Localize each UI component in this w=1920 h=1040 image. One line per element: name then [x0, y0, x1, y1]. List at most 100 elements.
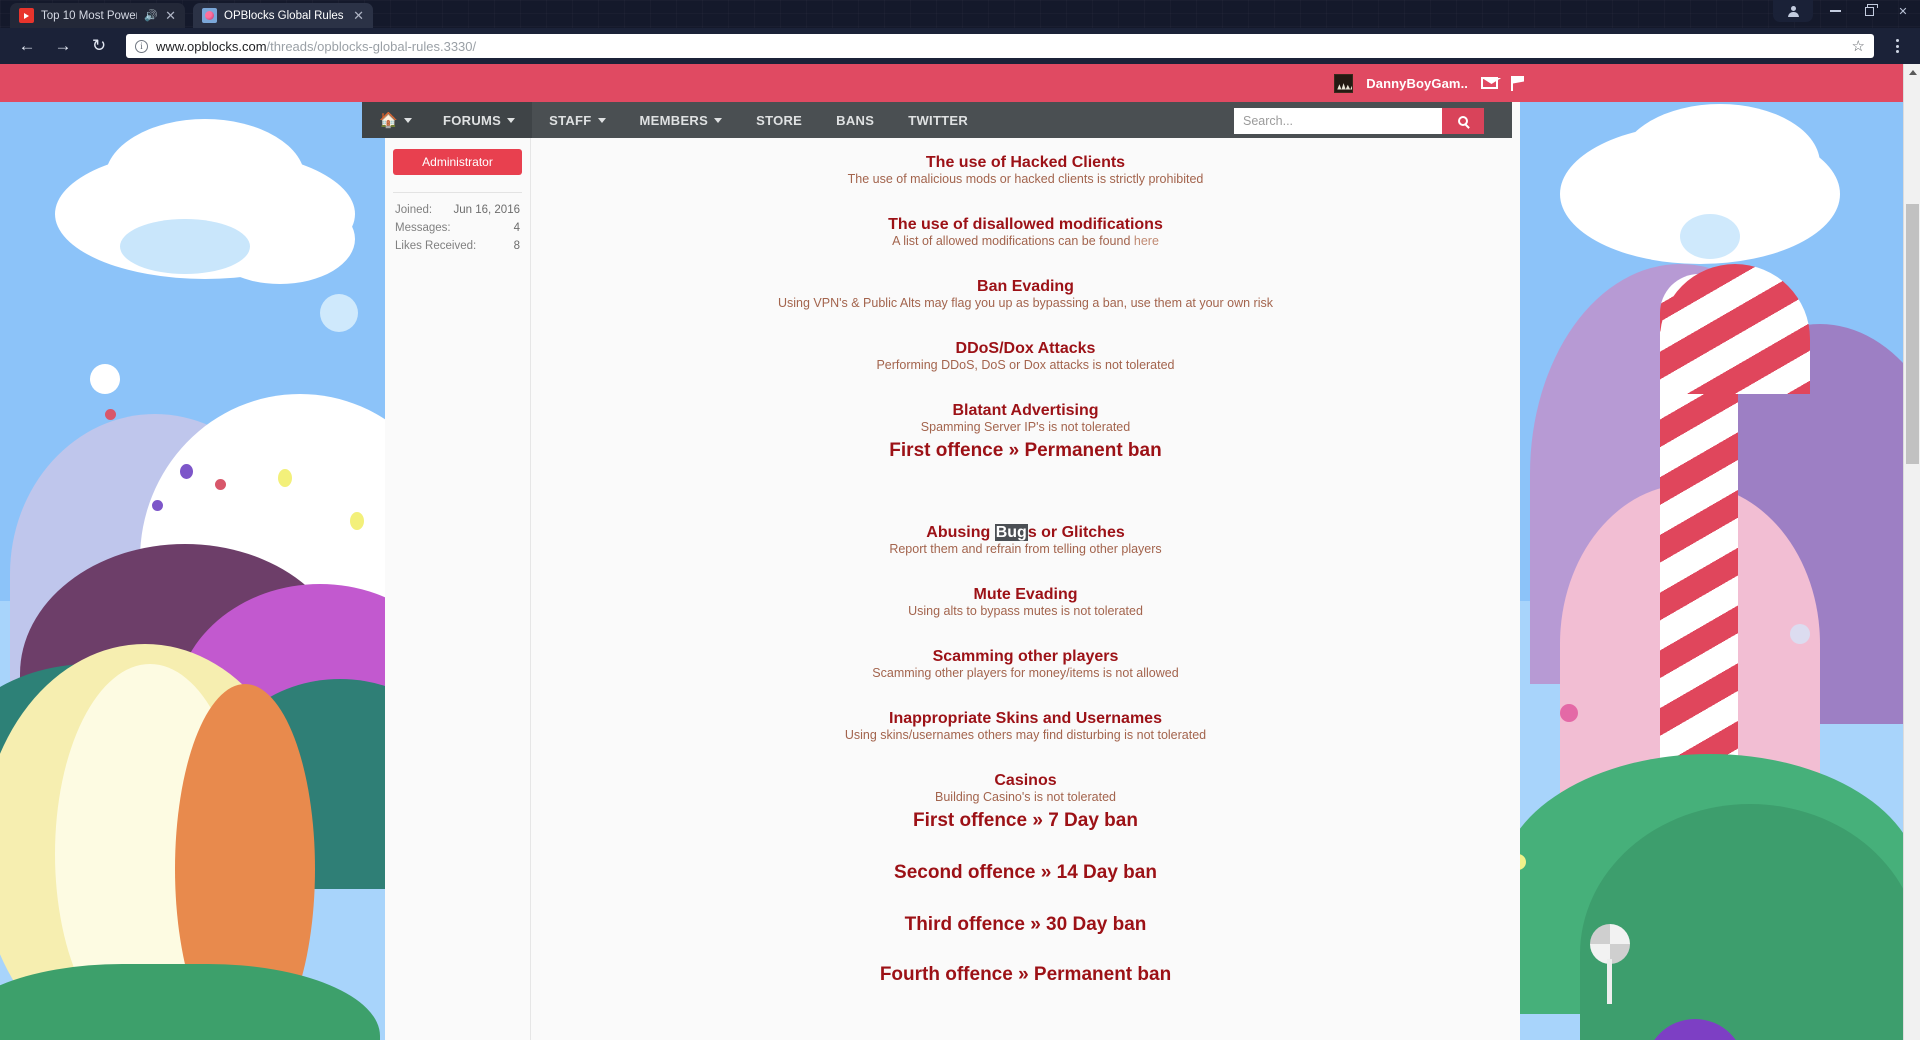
nav-item-members[interactable]: MEMBERS — [623, 102, 740, 138]
site-nav-bar: 🏠 FORUMS STAFF MEMBERS STORE BANS TWITTE… — [362, 102, 1512, 138]
stat-row: Messages: 4 — [393, 219, 522, 237]
nav-item-twitter[interactable]: TWITTER — [891, 102, 985, 138]
stat-row: Joined: Jun 16, 2016 — [393, 201, 522, 219]
stat-value: 4 — [513, 222, 520, 234]
speaker-mute-icon[interactable]: 🔊 — [144, 9, 158, 22]
address-bar[interactable]: i www.opblocks.com/threads/opblocks-glob… — [126, 34, 1874, 58]
scrollbar-thumb[interactable] — [1906, 204, 1919, 464]
stat-label: Likes Received: — [395, 240, 477, 252]
author-stats: Joined: Jun 16, 2016 Messages: 4 Likes R… — [393, 192, 522, 255]
offence-first: First offence » 7 Day ban — [913, 810, 1138, 831]
youtube-icon — [19, 8, 34, 23]
scroll-up-icon[interactable] — [1904, 64, 1920, 81]
rule-title: DDoS/Dox Attacks — [955, 340, 1096, 357]
nav-item-forums[interactable]: FORUMS — [425, 102, 533, 138]
url-path: /threads/opblocks-global-rules.3330/ — [266, 38, 477, 54]
rule-title-post: s or Glitches — [1027, 524, 1125, 541]
chevron-down-icon — [714, 117, 723, 123]
stat-label: Joined: — [395, 204, 433, 216]
page-viewport: DannyBoyGam.. 🏠 FORUMS STAFF MEMBERS STO… — [0, 64, 1920, 1040]
url-text: www.opblocks.com/threads/opblocks-global… — [156, 39, 476, 54]
minimize-button[interactable] — [1818, 0, 1852, 22]
maximize-button[interactable] — [1852, 0, 1886, 22]
rule-item: The use of Hacked Clients The use of mal… — [531, 154, 1520, 186]
close-window-button[interactable]: ✕ — [1886, 0, 1920, 22]
stat-row: Likes Received: 8 — [393, 237, 522, 255]
rule-title: Inappropriate Skins and Usernames — [889, 710, 1162, 727]
rule-desc: Report them and refrain from telling oth… — [889, 542, 1162, 556]
stat-value: 8 — [513, 240, 520, 252]
stat-value: Jun 16, 2016 — [453, 204, 520, 216]
rule-item: Inappropriate Skins and Usernames Using … — [531, 710, 1520, 742]
chevron-down-icon — [507, 117, 516, 123]
rule-item: The use of disallowed modifications A li… — [531, 216, 1520, 248]
nav-item-staff[interactable]: STAFF — [532, 102, 622, 138]
reload-icon[interactable]: ↻ — [82, 31, 116, 61]
close-icon[interactable]: ✕ — [353, 9, 364, 22]
stat-label: Messages: — [395, 222, 451, 234]
search-button[interactable] — [1442, 108, 1484, 134]
offence-second: Second offence » 14 Day ban — [894, 862, 1157, 883]
offence-fourth: Fourth offence » Permanent ban — [879, 964, 1172, 985]
rule-desc: Using VPN's & Public Alts may flag you u… — [778, 296, 1273, 310]
flag-icon[interactable] — [1511, 75, 1525, 91]
rule-title: Mute Evading — [973, 586, 1078, 603]
nav-home[interactable]: 🏠 — [362, 102, 426, 138]
rule-desc: Using alts to bypass mutes is not tolera… — [908, 604, 1143, 618]
nav-item-store[interactable]: STORE — [739, 102, 819, 138]
home-icon: 🏠 — [379, 112, 398, 129]
browser-window: Top 10 Most Powerful 🔊 ✕ OPBlocks Global… — [0, 0, 1920, 1040]
mods-link[interactable]: here — [1134, 234, 1159, 248]
rule-desc: A list of allowed modifications can be f… — [531, 234, 1520, 248]
opblocks-favicon — [202, 8, 217, 23]
url-host: www.opblocks.com — [156, 38, 267, 54]
rule-item: Ban Evading Using VPN's & Public Alts ma… — [531, 278, 1520, 310]
rules-body: SERVER RULES The use of Hacked Clients T… — [531, 102, 1520, 986]
forward-icon[interactable]: → — [46, 31, 80, 61]
bookmark-star-icon[interactable]: ☆ — [1852, 37, 1865, 55]
site-info-icon[interactable]: i — [135, 39, 148, 53]
envelope-icon[interactable] — [1481, 77, 1498, 89]
window-controls: ✕ — [1773, 0, 1920, 22]
rule-title: Scamming other players — [932, 648, 1119, 665]
site-header-bar: DannyBoyGam.. — [0, 64, 1920, 102]
nav-label: STAFF — [549, 112, 592, 128]
rule-title: Blatant Advertising — [952, 402, 1099, 419]
rule-title: The use of disallowed modifications — [888, 216, 1163, 233]
tab-title: OPBlocks Global Rules | C — [224, 9, 346, 22]
search-input[interactable] — [1234, 108, 1442, 134]
rule-desc: Building Casino's is not tolerated — [935, 790, 1116, 804]
avatar[interactable] — [1334, 73, 1354, 93]
close-icon[interactable]: ✕ — [165, 9, 176, 22]
browser-tab-opblocks[interactable]: OPBlocks Global Rules | C ✕ — [193, 3, 373, 28]
tab-title: Top 10 Most Powerful — [41, 9, 137, 22]
rule-desc: Using skins/usernames others may find di… — [844, 728, 1207, 742]
nav-label: TWITTER — [908, 112, 969, 128]
rule-title: The use of Hacked Clients — [925, 154, 1126, 171]
chrome-menu-icon[interactable] — [1884, 39, 1910, 53]
nav-label: MEMBERS — [639, 112, 709, 128]
rule-title: Ban Evading — [977, 278, 1074, 295]
nav-label: FORUMS — [442, 112, 502, 128]
search-area — [1234, 108, 1484, 134]
tab-strip: Top 10 Most Powerful 🔊 ✕ OPBlocks Global… — [0, 0, 1920, 28]
rule-desc: Performing DDoS, DoS or Dox attacks is n… — [876, 358, 1175, 372]
selected-text: Bug — [994, 524, 1028, 541]
offence-third: Third offence » 30 Day ban — [904, 914, 1147, 935]
chevron-down-icon — [403, 117, 412, 123]
search-icon — [1458, 116, 1468, 126]
rule-desc-text: A list of allowed modifications can be f… — [892, 234, 1134, 248]
rule-title: Abusing Bugs or Glitches — [531, 524, 1520, 542]
chevron-down-icon — [597, 117, 606, 123]
rule-item: Mute Evading Using alts to bypass mutes … — [531, 586, 1520, 618]
nav-item-bans[interactable]: BANS — [819, 102, 891, 138]
user-menu: DannyBoyGam.. — [1334, 64, 1525, 102]
nav-label: STORE — [756, 112, 803, 128]
browser-tab-youtube[interactable]: Top 10 Most Powerful 🔊 ✕ — [10, 3, 185, 28]
thread-content: Official Management Account Administrato… — [385, 102, 1520, 1040]
page-scrollbar[interactable] — [1903, 64, 1920, 1040]
profile-icon[interactable] — [1773, 0, 1813, 22]
back-icon[interactable]: ← — [10, 31, 44, 61]
username-label[interactable]: DannyBoyGam.. — [1366, 76, 1468, 91]
rule-title: Casinos — [994, 772, 1057, 789]
